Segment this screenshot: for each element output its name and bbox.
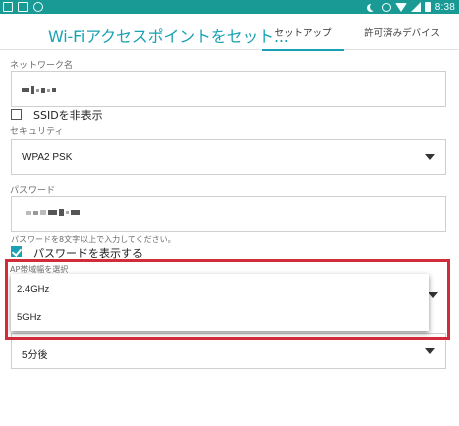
password-masked-value [26,209,80,216]
password-label: パスワード [10,186,56,196]
password-hint: パスワードを8文字以上で入力してください。 [11,235,176,244]
timeout-value: 5分後 [22,350,48,361]
wifi-icon [394,2,407,12]
battery-icon [424,2,431,12]
security-dropdown[interactable]: WPA2 PSK [11,139,446,175]
highlight-box [5,259,450,340]
timeout-caret-icon [425,348,435,354]
alarm-icon [381,2,391,12]
hide-ssid-checkbox[interactable] [11,109,22,120]
notification-icons [3,2,43,12]
security-label: セキュリティ [10,127,64,137]
signal-icon [410,2,421,12]
tab-allowed-devices[interactable]: 許可済みデバイス [350,14,454,50]
tab-setup[interactable]: セットアップ [262,14,344,51]
app-bar: Wi-Fiアクセスポイントをセット... セットアップ 許可済みデバイス [0,14,459,51]
app-notification-icon [33,2,43,12]
hide-ssid-label: SSIDを非表示 [33,109,103,122]
status-bar: 8:38 [0,0,459,14]
security-value: WPA2 PSK [22,152,73,163]
image-notification-icon [3,2,13,12]
security-caret-icon [425,154,435,160]
network-name-masked-value [22,86,56,94]
screenshot-notification-icon [18,2,28,12]
do-not-disturb-icon [370,3,378,11]
network-name-label: ネットワーク名 [10,61,74,71]
clock: 8:38 [434,1,455,13]
network-name-field[interactable] [11,71,446,107]
password-field[interactable] [11,196,446,232]
page-title: Wi-Fiアクセスポイントをセット... [48,27,289,46]
system-icons: 8:38 [366,0,455,14]
show-password-checkbox[interactable] [11,246,22,257]
